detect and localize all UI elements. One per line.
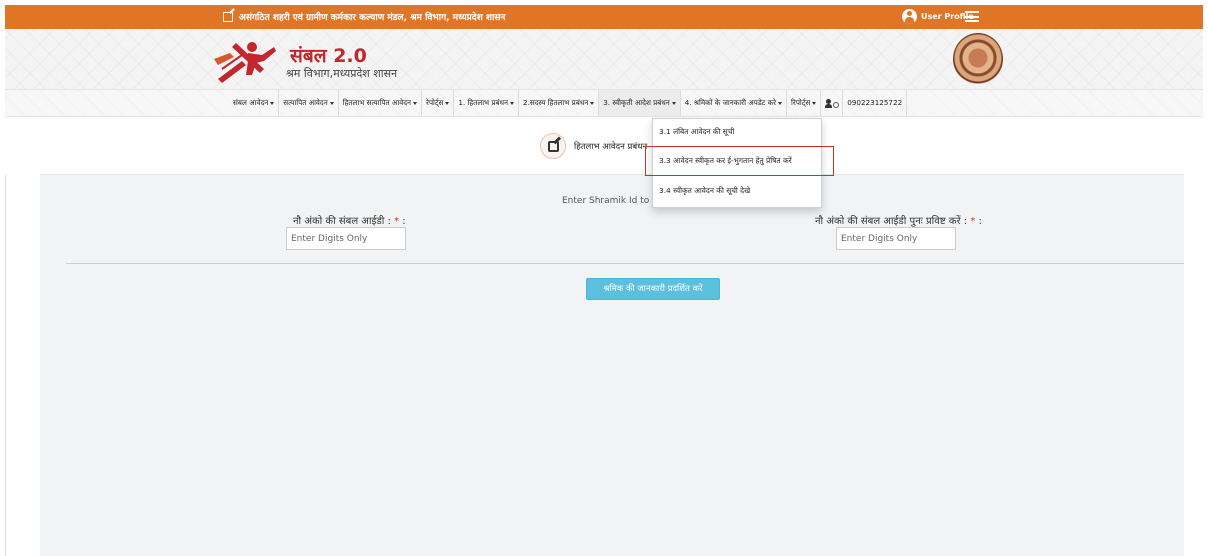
nav-sadasya-hitlabh[interactable]: 2.सदस्य हितलाभ प्रबंधन <box>519 90 600 116</box>
user-profile-button[interactable]: User Profile <box>902 9 974 24</box>
show-shramik-details-button[interactable]: श्रमिक की जानकारी प्रदर्शित करें <box>586 278 720 300</box>
edit-circle-icon <box>540 133 566 159</box>
section-title-text: हितलाभ आवेदन प्रबंधन <box>574 141 648 152</box>
nav-user-id: 090223125722 <box>843 90 908 116</box>
org-title: असंगठित शहरी एवं ग्रामीण कर्मकार कल्याण … <box>223 10 505 23</box>
form-divider <box>66 263 1184 264</box>
caret-down-icon <box>445 101 450 105</box>
menu-item-pending-list[interactable]: 3.1 लंबित आवेदन की सूची <box>653 121 821 143</box>
caret-down-icon <box>413 101 418 105</box>
menu-item-approved-list[interactable]: 3.4 स्वीकृत आवेदन की सूची देखे <box>653 180 821 202</box>
user-avatar-icon <box>902 9 917 24</box>
government-seal-icon <box>953 33 1003 85</box>
sambal-logo[interactable]: संबल 2.0 श्रम विभाग,मध्यप्रदेश शासन <box>212 35 442 85</box>
sambal-id-confirm-label: नौ अंको की संबल आईडी पुनः प्रविष्ट करें … <box>815 216 982 227</box>
top-bar: असंगठित शहरी एवं ग्रामीण कर्मकार कल्याण … <box>5 5 1203 29</box>
nav-satyapit-aavedan[interactable]: सत्यापित आवेदन <box>279 90 339 116</box>
sambal-id-label: नौ अंको की संबल आईडी : * : <box>293 216 406 227</box>
page: असंगठित शहरी एवं ग्रामीण कर्मकार कल्याण … <box>0 0 1208 556</box>
caret-down-icon <box>778 101 783 105</box>
brand-subtitle: श्रम विभाग,मध्यप्रदेश शासन <box>286 67 398 80</box>
nav-shramik-update[interactable]: 4. श्रमिकों के जानकारी अपडेट करे <box>681 90 788 116</box>
caret-down-icon <box>270 101 275 105</box>
caret-down-icon <box>671 101 676 105</box>
instruction-text: Enter Shramik Id to Se <box>562 196 664 206</box>
nav-reports-2[interactable]: रिपोर्ट्स <box>787 90 822 116</box>
nav-hitlabh-prabandhan[interactable]: 1. हितलाभ प्रबंधन <box>454 90 519 116</box>
nav-reports[interactable]: रेपोर्ट्स <box>422 90 455 116</box>
menu-item-approve-epayment[interactable]: 3.3 आवेदन स्वीकृत कर ई-भुगतान हेतु प्रेष… <box>653 150 821 172</box>
caret-down-icon <box>590 101 595 105</box>
caret-down-icon <box>812 101 817 105</box>
brand-name: संबल 2.0 <box>290 45 367 67</box>
form-panel <box>40 174 1184 556</box>
nav-sambal-aavedan[interactable]: संबल आवेदन <box>229 90 280 116</box>
nav-hitlabh-satyapit[interactable]: हितलाभ सत्यापित आवेदन <box>339 90 423 116</box>
nav-user-settings[interactable] <box>821 90 844 116</box>
sambal-id-confirm-input[interactable] <box>836 227 956 250</box>
nav-swikriti-aadesh[interactable]: 3. स्वीकृती आदेश प्रबंधन <box>599 90 681 116</box>
header: संबल 2.0 श्रम विभाग,मध्यप्रदेश शासन <box>5 29 1203 89</box>
menu-icon[interactable] <box>965 11 979 22</box>
worker-emblem-icon <box>214 42 276 83</box>
main-nav: संबल आवेदन सत्यापित आवेदन हितलाभ सत्यापि… <box>5 89 1203 117</box>
sambal-id-input[interactable] <box>286 227 406 250</box>
users-settings-icon <box>825 98 840 108</box>
caret-down-icon <box>510 101 514 105</box>
section-heading: हितलाभ आवेदन प्रबंधन <box>540 133 647 159</box>
divider <box>5 175 6 556</box>
org-title-text: असंगठित शहरी एवं ग्रामीण कर्मकार कल्याण … <box>239 13 506 23</box>
swikriti-dropdown-menu: 3.1 लंबित आवेदन की सूची 3.3 आवेदन स्वीकृ… <box>652 118 822 208</box>
edit-icon <box>223 11 233 22</box>
caret-down-icon <box>329 101 334 105</box>
